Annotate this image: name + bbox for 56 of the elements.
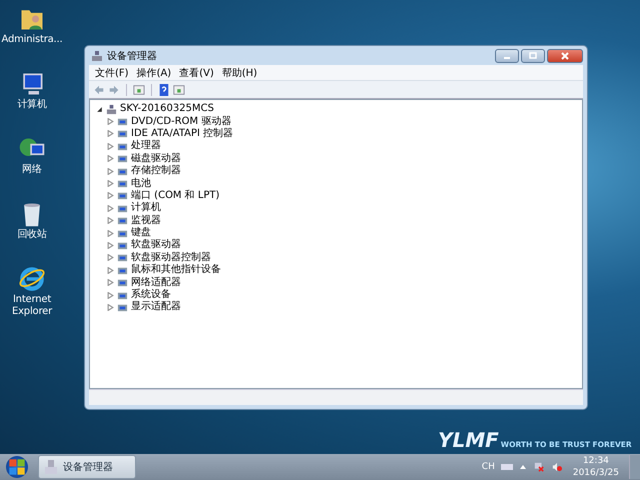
speaker-muted-icon[interactable] [550,462,563,472]
wallpaper-logo: YLMF [438,428,499,452]
desktop-icon-label[interactable]: 回收站 [0,229,64,241]
tree-item[interactable]: 网络适配器 [131,276,181,289]
taskbar-button[interactable]: 设备管理器 [38,455,136,479]
tree-item[interactable]: 磁盘驱动器 [131,152,181,165]
desktop-icon-label[interactable]: 网络 [0,164,64,176]
network-error-icon[interactable] [532,462,545,472]
menu-item[interactable]: 帮助(H) [222,66,258,80]
window-pane-icon[interactable] [133,84,145,96]
help-icon[interactable] [158,84,170,96]
tree-item[interactable]: 计算机 [131,202,161,214]
tree-item[interactable]: 键盘 [131,227,151,240]
device-icon [117,277,128,288]
windows-logo-icon [6,456,28,478]
device-icon [117,116,128,128]
menu-item[interactable]: 操作(A) [136,66,172,80]
close-button[interactable] [547,48,583,62]
clock-time: 12:34 [582,455,609,467]
tree-item[interactable]: 处理器 [131,140,161,152]
tree-item[interactable]: 软盘驱动器 [131,239,181,252]
device-icon [117,153,128,164]
minimize-button[interactable] [495,48,519,62]
keyboard-icon[interactable] [500,462,513,472]
tree-item[interactable]: 显示适配器 [131,301,181,314]
tree-item[interactable]: 电池 [131,178,151,190]
device-icon [117,128,128,140]
menu-item[interactable]: 文件(F) [95,66,129,80]
desktop-icon-label[interactable]: Internet Explorer [0,294,64,318]
device-icon [117,252,128,264]
tree-item[interactable]: 端口 (COM 和 LPT) [131,190,220,202]
tree-item[interactable]: 监视器 [131,214,161,227]
tree-item[interactable]: 系统设备 [131,289,171,302]
tree-item[interactable]: IDE ATA/ATAPI 控制器 [131,128,234,140]
device-icon [117,215,128,226]
restore-button[interactable] [521,48,545,62]
forward-arrow-icon[interactable] [108,84,120,96]
letter-e-icon[interactable] [18,264,46,294]
tree-item[interactable]: SKY-20160325MCS [120,103,214,116]
up-caret-icon[interactable] [518,463,527,471]
menu-item[interactable]: 查看(V) [179,66,214,80]
restore-icon [528,52,538,60]
desktop-icon-label[interactable]: 计算机 [0,99,64,111]
device-icon [117,190,128,202]
tree-item[interactable]: DVD/CD-ROM 驱动器 [131,116,232,128]
window-pane-icon[interactable] [173,84,185,96]
window-title: 设备管理器 [107,50,157,62]
device-icon [117,178,128,190]
back-arrow-icon[interactable] [93,84,105,96]
tree-item[interactable]: 鼠标和其他指针设备 [131,264,221,276]
clock-date: 2016/3/25 [572,467,619,479]
tree-item[interactable]: 软盘驱动器控制器 [131,252,211,264]
expand-arrow-icon[interactable] [96,106,103,113]
desktop-icon-label[interactable]: Administra... [0,34,64,46]
tree-item[interactable]: 存储控制器 [131,165,181,178]
close-icon [560,52,570,60]
